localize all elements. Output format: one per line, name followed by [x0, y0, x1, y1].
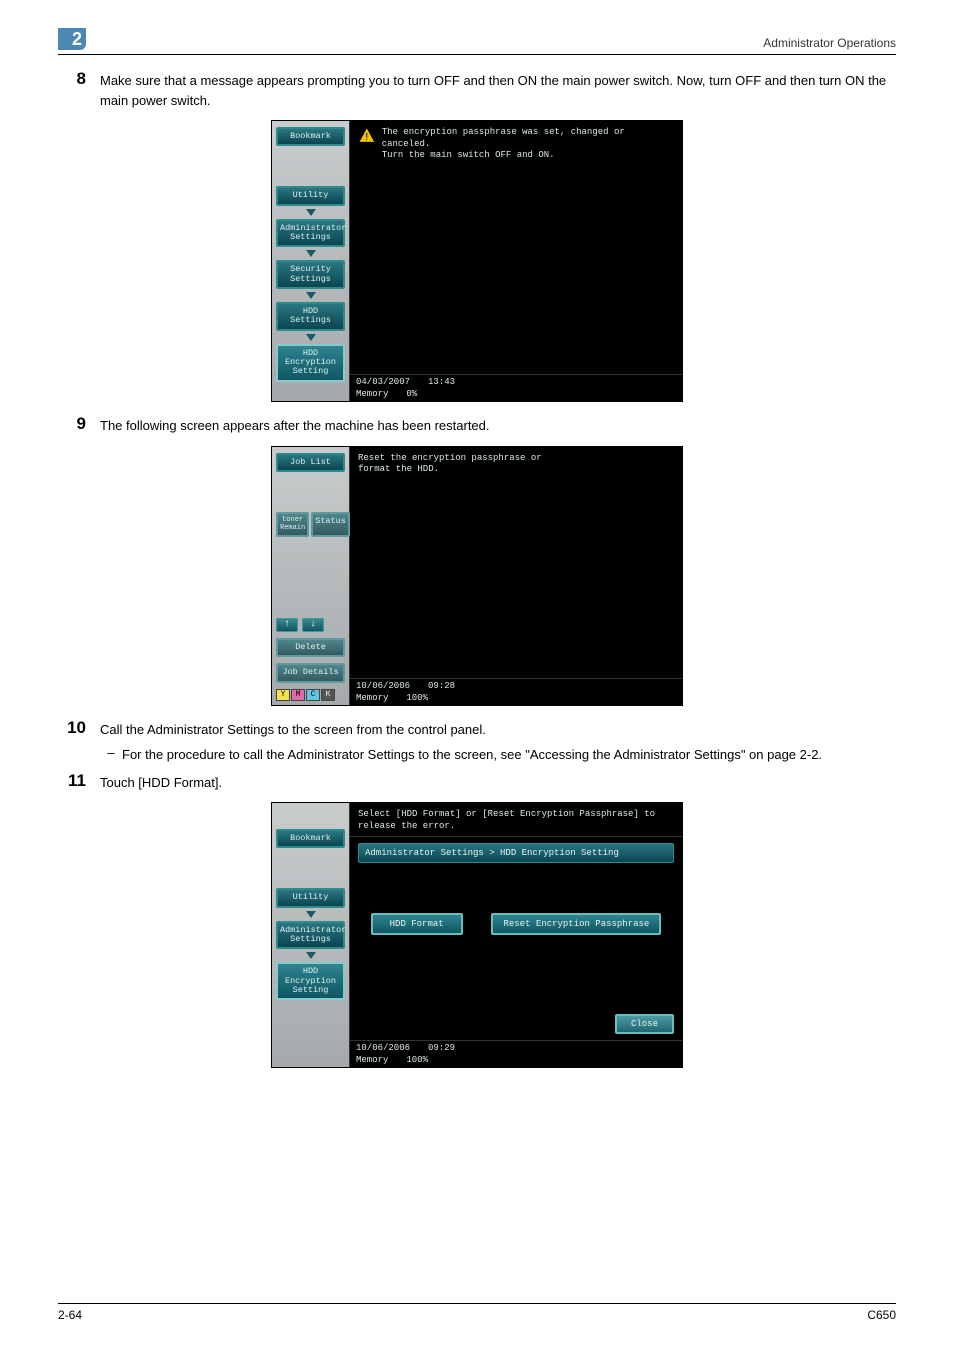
- step-text: Touch [HDD Format].: [100, 771, 896, 793]
- security-settings-button[interactable]: Security Settings: [276, 260, 345, 289]
- breadcrumb-arrow-icon: [306, 334, 316, 341]
- warning-icon: !: [358, 127, 376, 143]
- figure-1: Bookmark Utility Administrator Settings …: [58, 120, 896, 402]
- step-10-sub: – For the procedure to call the Administ…: [100, 745, 896, 765]
- panel3-body: HDD Format Reset Encryption Passphrase C…: [350, 865, 682, 1040]
- status-date: 10/06/2006: [356, 681, 410, 691]
- page-footer: 2-64 C650: [58, 1303, 896, 1322]
- toner-indicators: Y M C K: [276, 689, 345, 701]
- toner-k-icon: K: [321, 689, 335, 701]
- header-title: Administrator Operations: [763, 36, 896, 50]
- chapter-badge: 2: [58, 28, 86, 50]
- panel1-message-line2: Turn the main switch OFF and ON.: [382, 150, 555, 160]
- step-9: 9 The following screen appears after the…: [58, 414, 896, 436]
- device-panel-3: Bookmark Utility Administrator Settings …: [271, 802, 683, 1068]
- panel3-main: Select [HDD Format] or [Reset Encryption…: [350, 803, 682, 1067]
- bookmark-button[interactable]: Bookmark: [276, 829, 345, 848]
- step-text: Make sure that a message appears prompti…: [100, 69, 896, 110]
- status-time: 09:28: [428, 681, 455, 691]
- figure-2: Job List toner Remain Status ↑ ↓ Delete …: [58, 446, 896, 706]
- close-button[interactable]: Close: [615, 1014, 674, 1034]
- step-text: The following screen appears after the m…: [100, 414, 896, 436]
- arrow-down-button[interactable]: ↓: [302, 618, 324, 632]
- breadcrumb: Administrator Settings > HDD Encryption …: [358, 843, 674, 863]
- step-number: 8: [58, 69, 100, 89]
- hdd-encryption-button[interactable]: HDD Encryption Setting: [276, 344, 345, 382]
- status-date: 10/06/2006: [356, 1043, 410, 1053]
- memory-label: Memory: [356, 389, 388, 399]
- hdd-settings-button[interactable]: HDD Settings: [276, 302, 345, 331]
- memory-label: Memory: [356, 1055, 388, 1065]
- device-panel-2: Job List toner Remain Status ↑ ↓ Delete …: [271, 446, 683, 706]
- job-details-button[interactable]: Job Details: [276, 663, 345, 682]
- memory-label: Memory: [356, 693, 388, 703]
- panel2-sidebar: Job List toner Remain Status ↑ ↓ Delete …: [272, 447, 350, 705]
- status-time: 13:43: [428, 377, 455, 387]
- admin-settings-button[interactable]: Administrator Settings: [276, 219, 345, 248]
- step-number: 11: [58, 771, 100, 791]
- panel2-memorybar: Memory 100%: [350, 693, 682, 705]
- breadcrumb-arrow-icon: [306, 250, 316, 257]
- panel1-message-area: ! The encryption passphrase was set, cha…: [350, 121, 682, 374]
- utility-button[interactable]: Utility: [276, 186, 345, 205]
- panel1-statusbar: 04/03/2007 13:43: [350, 374, 682, 389]
- panel2-message-area: Reset the encryption passphrase or forma…: [350, 447, 682, 678]
- breadcrumb-arrow-icon: [306, 292, 316, 299]
- status-date: 04/03/2007: [356, 377, 410, 387]
- toner-remain-button[interactable]: toner Remain: [276, 512, 309, 537]
- memory-value: 0%: [406, 389, 417, 399]
- status-time: 09:29: [428, 1043, 455, 1053]
- breadcrumb-arrow-icon: [306, 911, 316, 918]
- toner-m-icon: M: [291, 689, 305, 701]
- admin-settings-button[interactable]: Administrator Settings: [276, 921, 345, 950]
- footer-model: C650: [867, 1308, 896, 1322]
- job-list-button[interactable]: Job List: [276, 453, 345, 472]
- breadcrumb-arrow-icon: [306, 952, 316, 959]
- panel1-memorybar: Memory 0%: [350, 389, 682, 401]
- memory-value: 100%: [406, 693, 428, 703]
- panel3-memorybar: Memory 100%: [350, 1055, 682, 1067]
- hdd-encryption-button[interactable]: HDD Encryption Setting: [276, 962, 345, 1000]
- page-header: 2 Administrator Operations: [58, 28, 896, 55]
- panel2-message-line1: Reset the encryption passphrase or: [358, 453, 542, 463]
- reset-encryption-button[interactable]: Reset Encryption Passphrase: [491, 913, 661, 935]
- step-number: 10: [58, 718, 100, 738]
- device-panel-1: Bookmark Utility Administrator Settings …: [271, 120, 683, 402]
- panel1-message: The encryption passphrase was set, chang…: [382, 127, 674, 162]
- step-text: Call the Administrator Settings to the s…: [100, 718, 896, 740]
- toner-c-icon: C: [306, 689, 320, 701]
- hdd-format-button[interactable]: HDD Format: [371, 913, 463, 935]
- breadcrumb-arrow-icon: [306, 209, 316, 216]
- panel3-statusbar: 10/06/2006 09:29: [350, 1040, 682, 1055]
- toner-y-icon: Y: [276, 689, 290, 701]
- panel2-statusbar: 10/06/2006 09:28: [350, 678, 682, 693]
- substep-dash: –: [100, 745, 122, 760]
- figure-3: Bookmark Utility Administrator Settings …: [58, 802, 896, 1068]
- utility-button[interactable]: Utility: [276, 888, 345, 907]
- panel1-main: ! The encryption passphrase was set, cha…: [350, 121, 682, 401]
- footer-page: 2-64: [58, 1308, 82, 1322]
- panel1-sidebar: Bookmark Utility Administrator Settings …: [272, 121, 350, 401]
- bookmark-button[interactable]: Bookmark: [276, 127, 345, 146]
- delete-button[interactable]: Delete: [276, 638, 345, 657]
- step-10: 10 Call the Administrator Settings to th…: [58, 718, 896, 740]
- step-8: 8 Make sure that a message appears promp…: [58, 69, 896, 110]
- substep-text: For the procedure to call the Administra…: [122, 745, 896, 765]
- step-11: 11 Touch [HDD Format].: [58, 771, 896, 793]
- panel2-message-line2: format the HDD.: [358, 464, 439, 474]
- panel2-main: Reset the encryption passphrase or forma…: [350, 447, 682, 705]
- step-number: 9: [58, 414, 100, 434]
- nav-arrows: ↑ ↓: [276, 618, 345, 632]
- memory-value: 100%: [406, 1055, 428, 1065]
- panel1-message-line1: The encryption passphrase was set, chang…: [382, 127, 625, 149]
- panel3-headline: Select [HDD Format] or [Reset Encryption…: [350, 803, 682, 837]
- status-button[interactable]: Status: [311, 512, 350, 537]
- arrow-up-button[interactable]: ↑: [276, 618, 298, 632]
- panel3-sidebar: Bookmark Utility Administrator Settings …: [272, 803, 350, 1067]
- svg-text:!: !: [365, 132, 368, 143]
